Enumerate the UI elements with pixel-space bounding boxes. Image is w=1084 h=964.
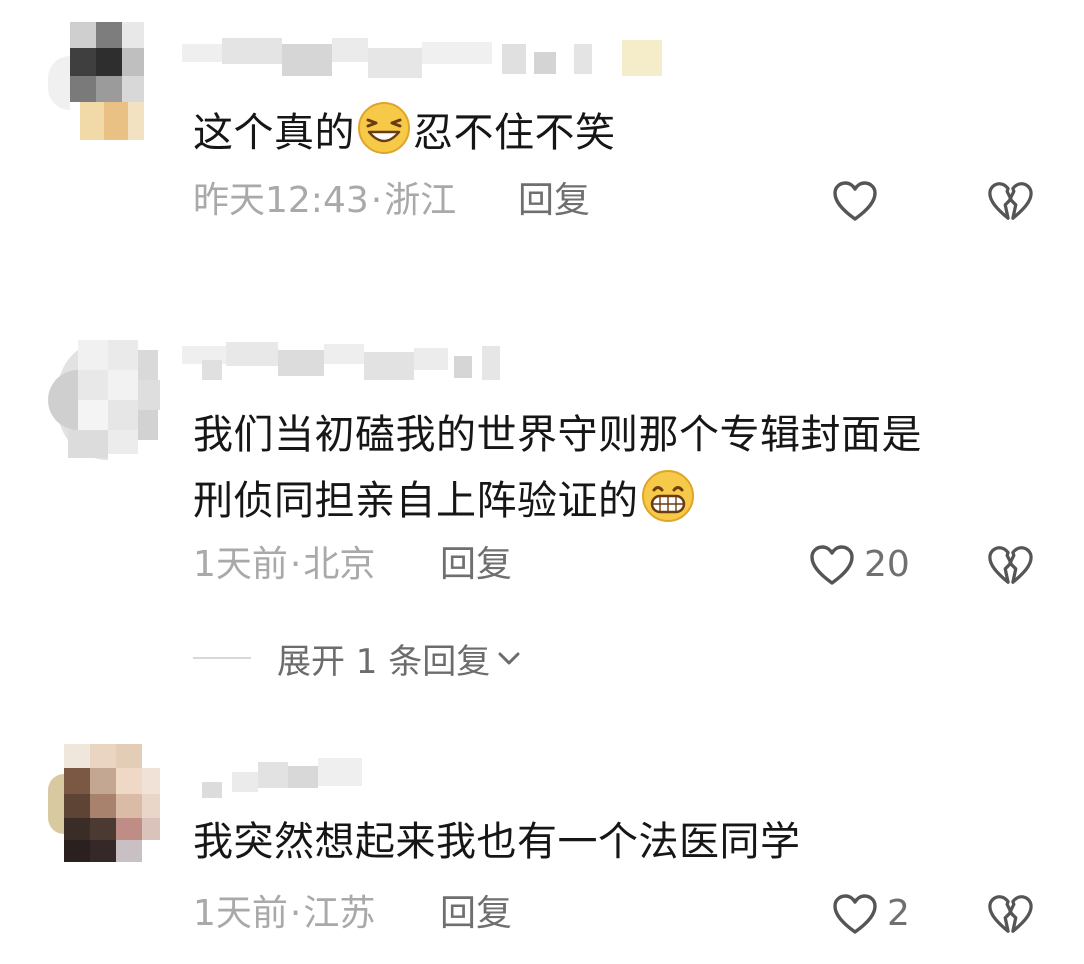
- like-button[interactable]: [831, 176, 879, 226]
- heart-outline-icon: [810, 545, 854, 585]
- avatar[interactable]: [48, 22, 160, 140]
- comment-text-part: 刑侦同担亲自上阵验证的: [193, 478, 639, 524]
- username[interactable]: [182, 38, 662, 78]
- heart-outline-icon: [833, 181, 877, 221]
- comment-time: 1天前: [193, 893, 288, 934]
- like-count: 20: [864, 544, 910, 585]
- heart-outline-icon: [833, 894, 877, 934]
- comment-time: 昨天12:43: [193, 180, 369, 221]
- meta-separator: ·: [370, 180, 383, 221]
- avatar[interactable]: [48, 744, 160, 862]
- comment-text: 我们当初磕我的世界守则那个专辑封面是 刑侦同担亲自上阵验证的: [193, 404, 922, 532]
- comment-text-part: 忍不住不笑: [413, 110, 616, 156]
- broken-heart-icon: [988, 182, 1033, 220]
- comment-meta: 1天前·江苏: [193, 892, 375, 936]
- expand-divider: [193, 657, 251, 659]
- comment-list: 这个真的 忍不住不笑 昨天12:43·浙江 回复 我们当初磕我的世界守则那个专辑…: [0, 0, 1084, 964]
- broken-heart-icon: [988, 895, 1033, 933]
- comment-location: 北京: [303, 544, 376, 585]
- comment-text: 这个真的 忍不住不笑: [193, 100, 616, 164]
- like-count: 2: [887, 893, 910, 934]
- comment-text-part: 我突然想起来我也有一个法医同学: [193, 819, 801, 865]
- reply-button[interactable]: 回复: [440, 892, 512, 936]
- comment-meta: 昨天12:43·浙江: [193, 179, 456, 223]
- comment-meta: 1天前·北京: [193, 543, 375, 587]
- dislike-button[interactable]: [987, 176, 1035, 226]
- comment-text: 我突然想起来我也有一个法医同学: [193, 811, 801, 873]
- like-button[interactable]: 20: [808, 540, 910, 590]
- grin-teeth-emoji-icon: [641, 470, 694, 522]
- dislike-button[interactable]: [987, 540, 1035, 590]
- comment-time: 1天前: [193, 544, 288, 585]
- grinning-squint-emoji-icon: [358, 102, 410, 154]
- broken-heart-icon: [988, 546, 1033, 584]
- meta-separator: ·: [289, 544, 302, 585]
- comment-text-line: 刑侦同担亲自上阵验证的: [193, 468, 922, 532]
- comment-text-part: 这个真的: [193, 110, 355, 156]
- chevron-down-icon: [498, 652, 520, 665]
- dislike-button[interactable]: [987, 889, 1035, 939]
- comment-text-line: 我们当初磕我的世界守则那个专辑封面是: [193, 412, 922, 458]
- username[interactable]: [182, 758, 362, 798]
- reply-button[interactable]: 回复: [440, 543, 512, 587]
- meta-separator: ·: [289, 893, 302, 934]
- avatar[interactable]: [48, 340, 160, 460]
- like-button[interactable]: 2: [831, 889, 910, 939]
- expand-replies-label: 展开 1 条回复: [277, 641, 491, 682]
- username[interactable]: [182, 342, 502, 382]
- comment-location: 浙江: [384, 180, 457, 221]
- comment-location: 江苏: [303, 893, 376, 934]
- expand-replies-button[interactable]: 展开 1 条回复: [193, 633, 524, 683]
- reply-button[interactable]: 回复: [518, 179, 590, 223]
